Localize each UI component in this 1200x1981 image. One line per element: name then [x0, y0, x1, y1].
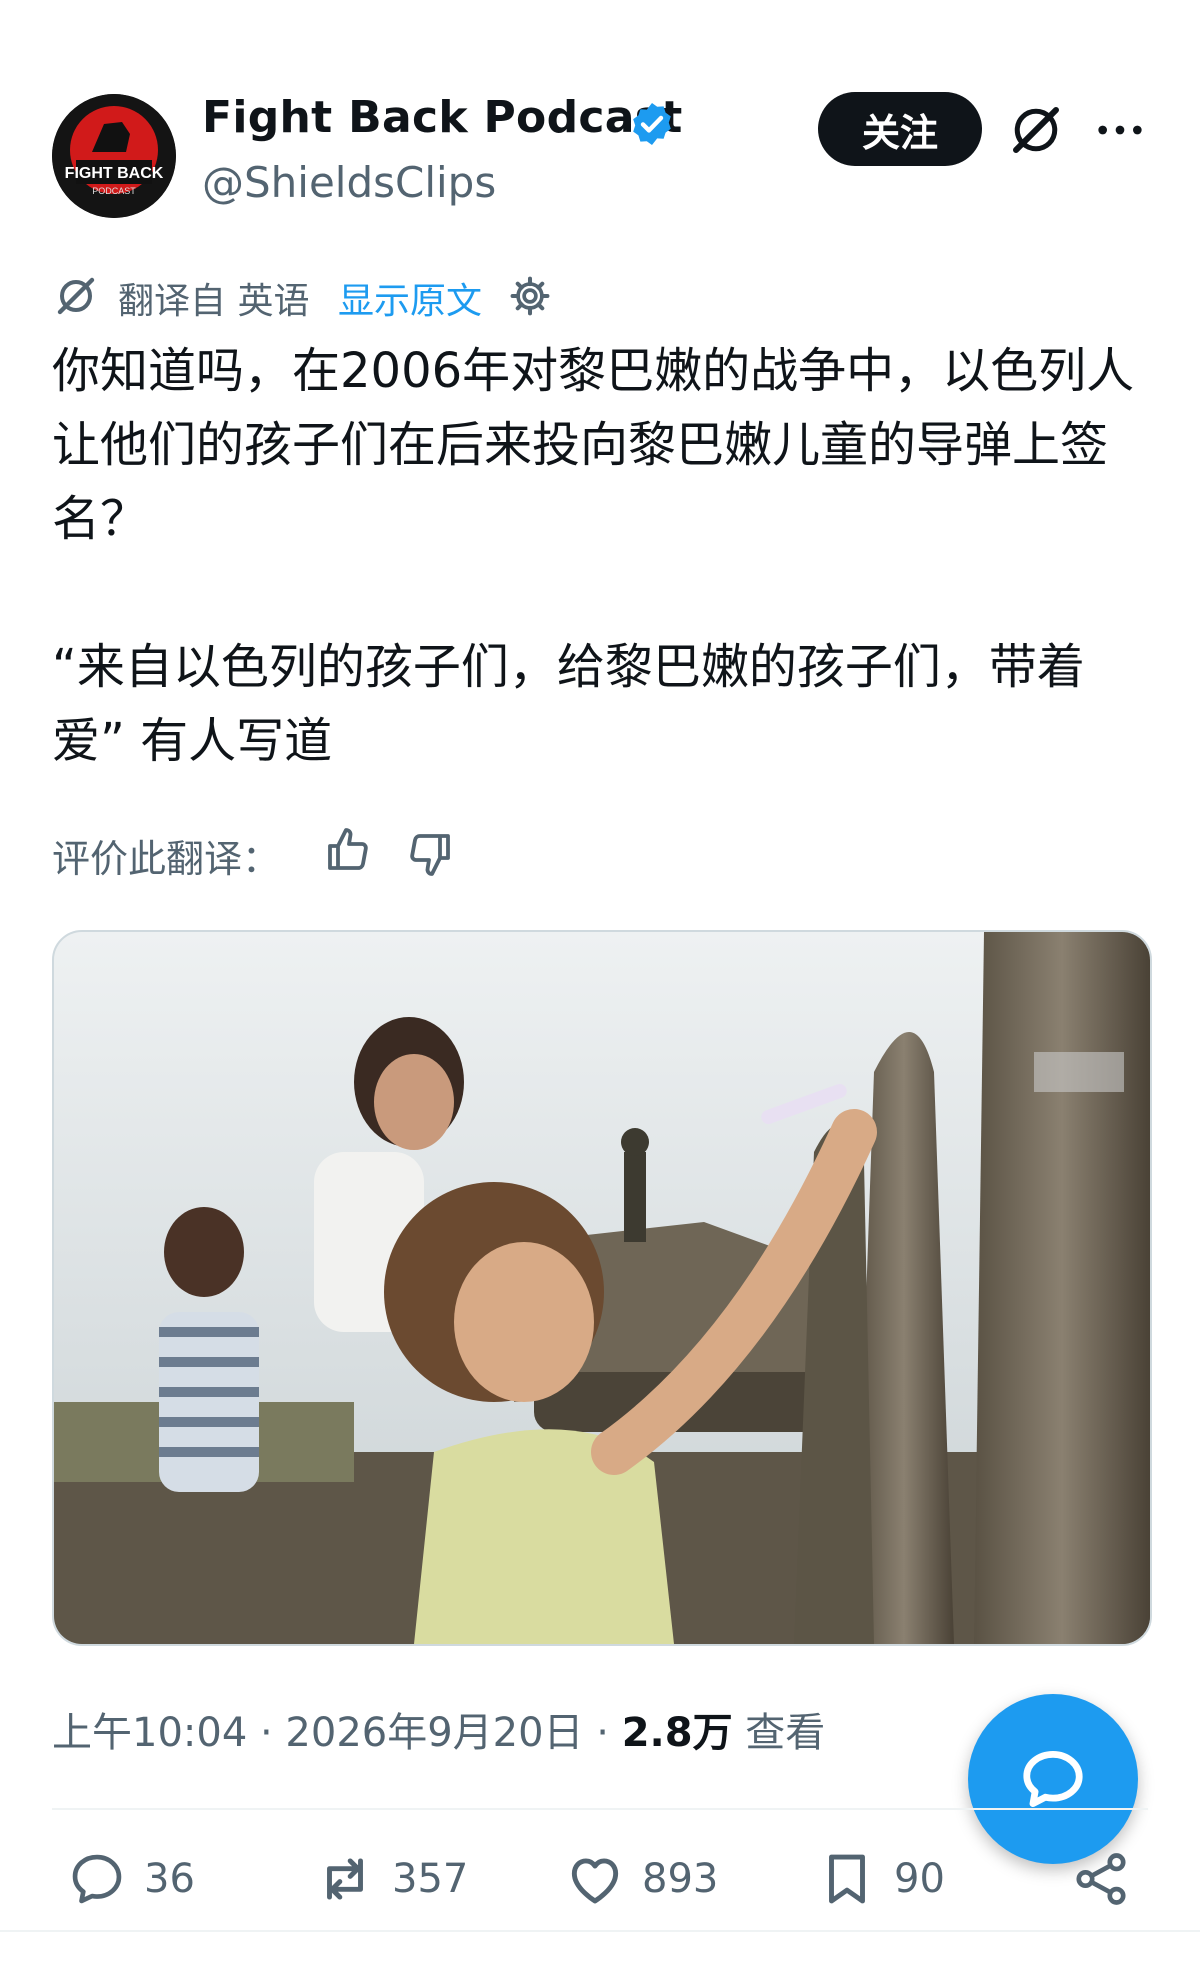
timestamp[interactable]: 上午10:04 · 2026年9月20日 ·: [52, 1710, 622, 1756]
bottom-nav-bar: [0, 1930, 1200, 1981]
repost-button[interactable]: 357: [314, 1848, 468, 1910]
bookmark-count: 90: [894, 1856, 945, 1902]
handle[interactable]: @ShieldsClips: [202, 158, 496, 207]
bookmark-icon: [829, 1854, 865, 1904]
grok-icon[interactable]: [1006, 100, 1066, 160]
follow-button[interactable]: 关注: [818, 92, 982, 166]
reply-button[interactable]: 36: [66, 1848, 195, 1910]
reply-count: 36: [144, 1856, 195, 1902]
like-count: 893: [642, 1856, 719, 1902]
tweet-text: 你知道吗，在2006年对黎巴嫩的战争中，以色列人让他们的孩子们在后来投向黎巴嫩儿…: [52, 343, 1135, 769]
settings-gear-icon[interactable]: [508, 274, 552, 318]
display-name[interactable]: Fight Back Podcast: [202, 92, 683, 143]
rate-translation-label: 评价此翻译：: [52, 837, 281, 881]
repost-count: 357: [392, 1856, 469, 1902]
tweet-photo[interactable]: [52, 930, 1152, 1646]
compose-message-button[interactable]: [968, 1694, 1138, 1864]
like-icon: [571, 1858, 619, 1904]
avatar-logo-text: FIGHT BACK: [65, 165, 164, 182]
verified-badge-icon: [633, 103, 671, 145]
share-icon: [1076, 1853, 1126, 1905]
show-original-link[interactable]: 显示原文: [338, 272, 482, 324]
thumbs-up-icon[interactable]: [324, 826, 372, 874]
views-label: 查看: [732, 1710, 826, 1756]
repost-icon: [327, 1858, 363, 1900]
reply-icon: [72, 1854, 122, 1904]
avatar[interactable]: FIGHT BACK PODCAST: [52, 94, 176, 218]
like-button[interactable]: 893: [564, 1848, 718, 1910]
compose-message-icon: [1023, 1750, 1083, 1808]
more-icon[interactable]: [1094, 112, 1146, 148]
translate-icon: [57, 277, 95, 315]
tweet-meta: 上午10:04 · 2026年9月20日 · 2.8万 查看: [52, 1700, 825, 1758]
photo-illustration: [54, 932, 1150, 1644]
thumbs-down-icon[interactable]: [406, 830, 454, 878]
views-count: 2.8万: [621, 1710, 733, 1756]
translated-from-label: 翻译自 英语: [118, 281, 310, 322]
share-button[interactable]: [1070, 1848, 1148, 1910]
divider: [52, 1808, 1148, 1810]
bookmark-button[interactable]: 90: [816, 1848, 945, 1910]
avatar-logo-subtext: PODCAST: [92, 186, 136, 196]
